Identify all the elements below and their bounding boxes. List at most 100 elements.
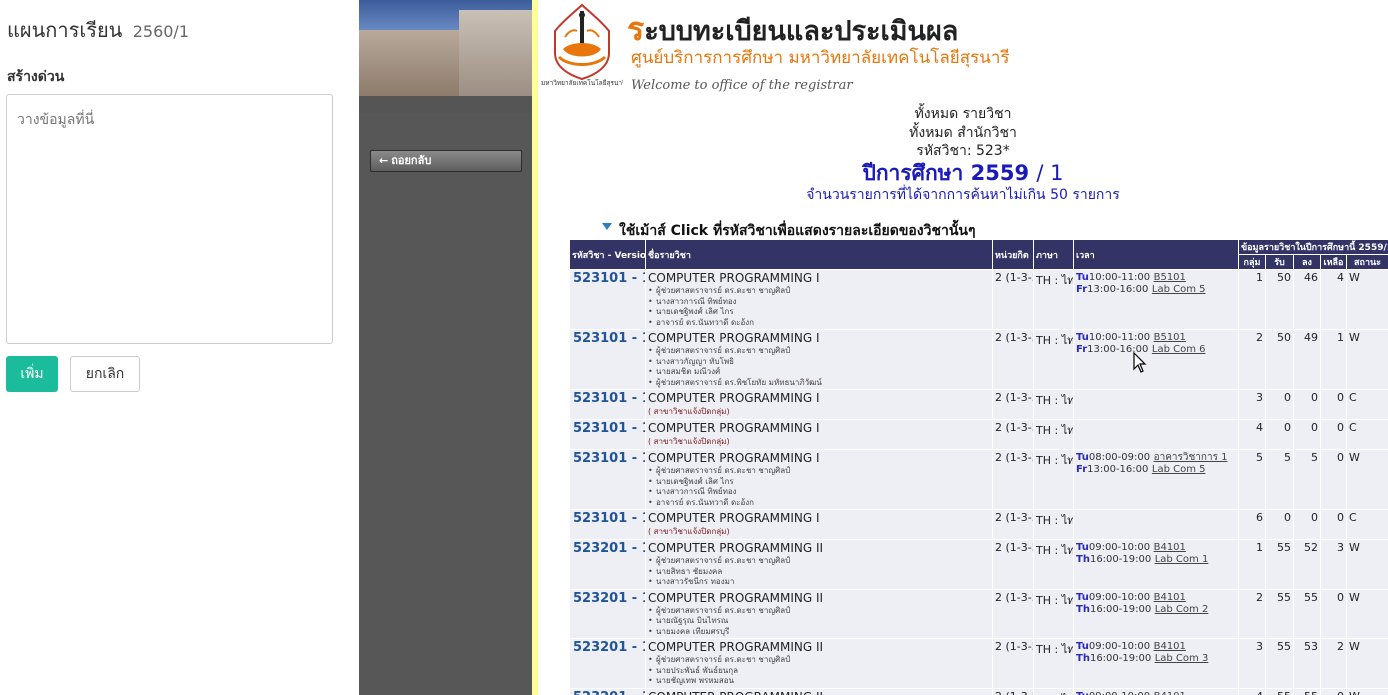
header-name: ชื่อรายวิชา	[645, 239, 993, 270]
course-lang: TH : ไทย	[1033, 449, 1074, 510]
instructor-item: นายเดชฐิพงศ์ เลิศ ไกร	[648, 477, 990, 488]
course-sec: 2	[1238, 329, 1266, 390]
course-lang: TH : ไทย	[1033, 509, 1074, 540]
course-sec: 1	[1238, 539, 1266, 590]
registrar-main: มหาวิทยาลัยเทคโนโลยีสุรนารี ระบบทะเบียนแ…	[538, 0, 1388, 695]
course-credit: 2 (1-3-5)	[992, 389, 1034, 420]
course-name-cell: COMPUTER PROGRAMMING IIผู้ช่วยศาสตราจารย…	[645, 588, 993, 639]
slot-time: 16:00-19:00	[1089, 603, 1152, 615]
time-slot: Fr13:00-16:00 Lab Com 5	[1076, 463, 1236, 475]
course-sec: 6	[1238, 509, 1266, 540]
slot-room-link[interactable]: B4101	[1154, 641, 1186, 652]
slot-day: Fr	[1076, 344, 1088, 355]
course-enr: 0	[1293, 509, 1321, 540]
slot-room-link[interactable]: B5101	[1154, 272, 1186, 283]
slot-room-link[interactable]: Lab Com 5	[1152, 284, 1206, 295]
slot-room-link[interactable]: Lab Com 6	[1152, 344, 1206, 355]
course-name-cell: COMPUTER PROGRAMMING IIผู้ช่วยศาสตราจารย…	[645, 638, 993, 689]
course-time-cell	[1073, 389, 1239, 420]
slot-room-link[interactable]: B4101	[1154, 691, 1186, 695]
table-row: 523101 - 1COMPUTER PROGRAMMING Iผู้ช่วยศ…	[569, 269, 1388, 330]
course-name-cell: COMPUTER PROGRAMMING Iผู้ช่วยศาสตราจารย์…	[645, 329, 993, 390]
study-plan-panel: แผนการเรียน 2560/1 สร้างด่วน เพิ่ม ยกเลิ…	[0, 0, 359, 695]
course-cap: 55	[1265, 687, 1294, 695]
plan-title-text: แผนการเรียน	[7, 18, 123, 42]
course-code-link[interactable]: 523101 - 1	[569, 389, 646, 420]
header-credit: หน่วยกิต	[992, 239, 1034, 270]
course-cap: 5	[1265, 449, 1294, 510]
course-time-cell	[1073, 509, 1239, 540]
course-code-link[interactable]: 523201 - 1	[569, 539, 646, 590]
plan-title: แผนการเรียน 2560/1	[7, 14, 189, 46]
header-code: รหัสวิชา - Version	[569, 239, 646, 270]
course-status: W	[1345, 539, 1388, 590]
course-code-link[interactable]: 523201 - 1	[569, 687, 646, 695]
course-sec: 5	[1238, 449, 1266, 510]
slot-room-link[interactable]: B5101	[1154, 332, 1186, 343]
slot-time: 10:00-11:00	[1088, 332, 1151, 343]
course-lang: TH : ไทย	[1033, 419, 1074, 450]
cancel-button[interactable]: ยกเลิก	[70, 356, 140, 392]
instructor-item: นางสาวรัชนีกร ทองมา	[648, 577, 990, 588]
table-row: 523201 - 1COMPUTER PROGRAMMING IIผู้ช่วย…	[569, 588, 1388, 639]
instructor-item: อาจารย์ ดร.นันทวาดี ดะอ้งก	[648, 498, 990, 509]
course-code-link[interactable]: 523201 - 1	[569, 588, 646, 639]
course-name: COMPUTER PROGRAMMING I	[648, 331, 820, 345]
slot-room-link[interactable]: Lab Com 2	[1155, 604, 1209, 615]
slot-room-link[interactable]: B4101	[1154, 542, 1186, 553]
instructor-item: นายณัฐรุณ บินไทรณ	[648, 616, 990, 627]
paste-data-textarea[interactable]	[6, 94, 333, 344]
back-button[interactable]: ← ถอยกลับ	[370, 150, 522, 172]
course-rem: 0	[1320, 389, 1347, 420]
slot-room-link[interactable]: Lab Com 3	[1155, 653, 1209, 664]
slot-day: Tu	[1076, 591, 1089, 603]
course-table-body: 523101 - 1COMPUTER PROGRAMMING Iผู้ช่วยศ…	[569, 269, 1388, 695]
table-row: 523201 - 1COMPUTER PROGRAMMING IIผู้ช่วย…	[569, 687, 1388, 695]
course-code-link[interactable]: 523101 - 1	[569, 269, 646, 330]
course-table: รหัสวิชา - Version ชื่อรายวิชา หน่วยกิต …	[569, 239, 1388, 695]
time-slot: Tu09:00-10:00 B4101	[1076, 541, 1236, 553]
instructor-item: นายชัญเทพ พรหมสอน	[648, 676, 990, 687]
time-slot: Tu10:00-11:00 B5101	[1076, 271, 1236, 283]
instructor-item: นายประพันธ์ พันธ์ยนกุล	[648, 666, 990, 677]
course-name: COMPUTER PROGRAMMING II	[648, 590, 824, 605]
registrar-subtitle: ศูนย์บริการการศึกษา มหาวิทยาลัยเทคโนโลยี…	[631, 48, 1010, 68]
time-slot: Th16:00-19:00 Lab Com 2	[1076, 603, 1236, 615]
table-row: 523101 - 1 COMPUTER PROGRAMMING I ( สาขาวิ…	[569, 509, 1388, 540]
course-cap: 50	[1265, 269, 1294, 330]
course-name: COMPUTER PROGRAMMING II	[648, 640, 824, 654]
course-code-link[interactable]: 523101 - 1	[569, 419, 646, 450]
slot-room-link[interactable]: อาคารวิชาการ 1	[1154, 452, 1228, 463]
course-sec: 3	[1238, 638, 1266, 689]
slot-room-link[interactable]: Lab Com 5	[1152, 464, 1206, 475]
course-rem: 3	[1320, 539, 1347, 590]
slot-time: 13:00-16:00	[1087, 284, 1149, 295]
university-logo	[554, 3, 610, 81]
course-code-link[interactable]: 523101 - 1	[569, 509, 646, 540]
registrar-sidebar: ← ถอยกลับ	[359, 0, 532, 695]
course-enr: 46	[1293, 269, 1321, 330]
slot-time: 09:00-10:00	[1088, 542, 1151, 553]
course-code-link[interactable]: 523101 - 1	[569, 329, 646, 390]
course-name: COMPUTER PROGRAMMING II	[648, 690, 990, 695]
instructor-item: นายมงคล เทียมศรบุรี	[648, 627, 990, 638]
course-name-cell: COMPUTER PROGRAMMING I ( สาขาวิชาแจ้งปิดก…	[645, 389, 993, 420]
course-status: W	[1345, 638, 1388, 689]
slot-room-link[interactable]: Lab Com 1	[1155, 554, 1209, 565]
course-status: C	[1345, 419, 1388, 450]
slot-room-link[interactable]: B4101	[1154, 592, 1186, 603]
course-code-link[interactable]: 523201 - 1	[569, 638, 646, 689]
header-status: สถานะ	[1345, 254, 1388, 270]
time-slot: Fr13:00-16:00 Lab Com 5	[1076, 283, 1236, 295]
add-button[interactable]: เพิ่ม	[6, 356, 58, 392]
slot-time: 13:00-16:00	[1087, 464, 1149, 475]
course-cap: 55	[1265, 539, 1294, 590]
instructor-item: ผู้ช่วยศาสตราจารย์ ดร.ดะชา ชาญศิลป์	[648, 346, 990, 357]
slot-day: Fr	[1076, 284, 1088, 295]
slot-day: Tu	[1076, 691, 1089, 695]
course-enr: 0	[1293, 389, 1321, 420]
course-code-link[interactable]: 523101 - 1	[569, 449, 646, 510]
course-name-cell: COMPUTER PROGRAMMING I ( สาขาวิชาแจ้งปิดก…	[645, 509, 993, 540]
header-time: เวลา	[1073, 239, 1239, 270]
header-group: ข้อมูลรายวิชาในปีการศึกษานี้ 2559/1	[1237, 239, 1388, 255]
